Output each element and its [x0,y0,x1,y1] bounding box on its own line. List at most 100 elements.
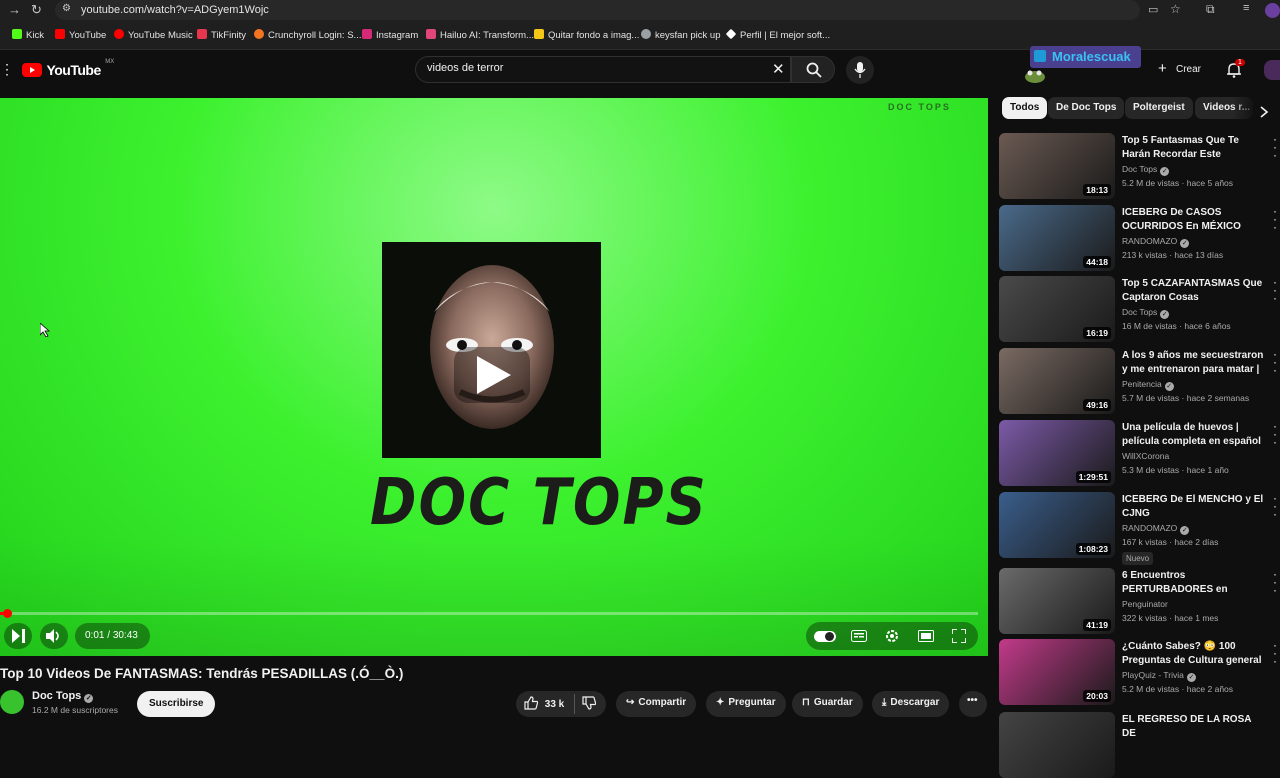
search-button[interactable] [791,56,835,83]
recommendation-title[interactable]: Top 5 Fantasmas Que Te Harán Recordar Es… [1122,134,1267,162]
recommendation-channel[interactable]: Penitencia ✓ [1122,379,1174,391]
more-options-icon[interactable]: · · · [1273,205,1277,233]
more-options-icon[interactable]: · · · [1273,492,1277,520]
more-options-icon[interactable]: · · · [1273,639,1277,667]
recommendation-item[interactable]: 20:03 ¿Cuánto Sabes? 😳 100 Preguntas de C… [999,639,1280,705]
duration-badge: 44:18 [1083,256,1111,268]
mute-button[interactable] [40,623,68,649]
bookmark-crunchyroll[interactable]: Crunchyroll Login: S... [254,29,361,41]
recommendation-thumbnail[interactable]: 1:29:51 [999,420,1115,486]
settings-gear-icon[interactable] [884,628,900,644]
voice-search-button[interactable] [846,56,874,84]
recommendation-item[interactable]: 49:16 A los 9 años me secuestraron y me e… [999,348,1280,414]
channel-avatar[interactable] [0,690,24,714]
bookmark-youtube[interactable]: YouTube [55,29,106,41]
like-button[interactable]: 33 k [524,696,564,710]
recommendation-title[interactable]: Top 5 CAZAFANTASMAS Que Captaron Cosas E… [1122,277,1267,305]
notifications-button[interactable]: 1 [1224,59,1245,80]
bookmark-tikfinity[interactable]: TikFinity [197,29,246,41]
share-icon: ↪ [626,697,635,708]
play-pause-button[interactable] [4,623,32,649]
center-play-button[interactable] [454,347,530,403]
recommendation-thumbnail[interactable]: 16:19 [999,276,1115,342]
bookmark-instagram[interactable]: Instagram [362,29,418,41]
progress-bar[interactable] [0,609,978,618]
progress-scrubber[interactable] [2,609,12,618]
recommendation-thumbnail[interactable]: 18:13 [999,133,1115,199]
forward-icon[interactable]: → [8,2,21,17]
globe-icon [641,29,651,39]
search-input[interactable] [427,62,767,74]
recommendation-item[interactable]: 1:29:51 Una película de huevos | película… [999,420,1280,486]
channel-watermark[interactable]: DOC TOPS [888,102,951,112]
recommendation-thumbnail[interactable]: 20:03 [999,639,1115,705]
profile-avatar[interactable] [1265,3,1280,18]
more-actions-button[interactable]: ••• [959,691,987,717]
recommendation-item[interactable]: EL REGRESO DE LA ROSA DE [999,712,1280,778]
bookmark-keysfan[interactable]: keysfan pick up [641,29,720,41]
create-button[interactable]: + Crear [1152,60,1210,80]
more-options-icon[interactable]: · · · [1273,276,1277,304]
cast-icon[interactable]: ▭ [1148,3,1158,16]
more-options-icon[interactable]: · · · [1273,348,1277,376]
recommendation-title[interactable]: ICEBERG De CASOS OCURRIDOS En MÉXICO Par… [1122,206,1267,234]
ask-button[interactable]: ✦ Preguntar [706,691,786,717]
bookmark-star-icon[interactable]: ☆ [1170,2,1181,16]
recommendation-title[interactable]: 6 Encuentros PERTURBADORES en Edificios … [1122,569,1267,597]
site-info-icon[interactable]: ⚙ [62,3,71,14]
recommendation-title[interactable]: Una película de huevos | película comple… [1122,421,1267,449]
extensions-icon[interactable]: ⧉ [1206,2,1215,17]
recommendation-title[interactable]: ICEBERG De El MENCHO y El CJNG [1122,493,1267,521]
recommendation-thumbnail[interactable] [999,712,1115,778]
recommendation-channel[interactable]: RANDOMAZO ✓ [1122,236,1190,248]
recommendation-item[interactable]: 18:13 Top 5 Fantasmas Que Te Harán Record… [999,133,1280,199]
chevron-right-icon[interactable] [1259,106,1269,118]
share-button[interactable]: ↪ Compartir [616,691,697,717]
recommendation-title[interactable]: ¿Cuánto Sabes? 😳 100 Preguntas de Cultur… [1122,640,1267,668]
subtitles-icon[interactable] [851,630,867,642]
autoplay-toggle[interactable] [814,631,836,642]
more-options-icon[interactable]: · · · [1273,133,1277,161]
theater-mode-icon[interactable] [918,630,934,642]
youtube-logo[interactable]: YouTube MX [22,59,114,80]
recommendation-thumbnail[interactable]: 41:19 [999,568,1115,634]
recommendation-item[interactable]: 1:08:23 ICEBERG De El MENCHO y El CJNG RAN… [999,492,1280,565]
dislike-button[interactable] [582,696,597,710]
recommendation-title[interactable]: A los 9 años me secuestraron y me entren… [1122,349,1267,377]
chip-de-doc-tops[interactable]: De Doc Tops [1048,97,1125,119]
recommendation-thumbnail[interactable]: 49:16 [999,348,1115,414]
menu-icon[interactable]: ⋮ [0,61,14,78]
subscribe-button[interactable]: Suscribirse [137,691,216,717]
recommendation-thumbnail[interactable]: 44:18 [999,205,1115,271]
recommendation-channel[interactable]: Doc Tops ✓ [1122,307,1170,319]
bookmark-hailuo[interactable]: Hailuo AI: Transform... [426,29,534,41]
recommendation-channel[interactable]: RANDOMAZO ✓ [1122,523,1190,535]
video-player[interactable]: DOC TOPS DOC TOPS 0:01 / 30:43 [0,98,988,656]
recommendation-thumbnail[interactable]: 1:08:23 [999,492,1115,558]
more-options-icon[interactable]: · · · [1273,568,1277,596]
bookmark-kick[interactable]: Kick [12,29,44,41]
chip-poltergeist[interactable]: Poltergeist [1125,97,1193,119]
recommendation-item[interactable]: 41:19 6 Encuentros PERTURBADORES en Edifi… [999,568,1280,634]
recommendation-channel[interactable]: WillXCorona [1122,451,1169,461]
bookmark-perfil[interactable]: Perfil | El mejor soft... [725,28,830,41]
search-box[interactable]: ✕ [415,56,791,83]
channel-name-link[interactable]: Doc Tops ✓ [32,690,94,703]
bookmark-youtube-music[interactable]: YouTube Music [114,29,193,41]
account-avatar[interactable] [1264,60,1280,80]
download-button[interactable]: ⤓ Descargar [872,691,950,717]
recommendation-title[interactable]: EL REGRESO DE LA ROSA DE [1122,713,1267,741]
tab-search-icon[interactable]: ≡ [1243,2,1249,14]
fullscreen-icon[interactable] [952,629,966,643]
recommendation-item[interactable]: 16:19 Top 5 CAZAFANTASMAS Que Captaron Co… [999,276,1280,342]
more-options-icon[interactable]: · · · [1273,420,1277,448]
recommendation-channel[interactable]: Doc Tops ✓ [1122,164,1170,176]
recommendation-channel[interactable]: Penguinator [1122,599,1168,609]
reload-icon[interactable]: ↻ [31,2,42,18]
clear-search-icon[interactable]: ✕ [772,60,785,78]
recommendation-channel[interactable]: PlayQuiz - Trivia ✓ [1122,670,1196,682]
save-button[interactable]: ⊓ Guardar [792,691,863,717]
recommendation-item[interactable]: 44:18 ICEBERG De CASOS OCURRIDOS En MÉXIC… [999,205,1280,271]
bookmark-quitar-fondo[interactable]: Quitar fondo a imag... [534,29,639,41]
chip-todos[interactable]: Todos [1002,97,1048,119]
